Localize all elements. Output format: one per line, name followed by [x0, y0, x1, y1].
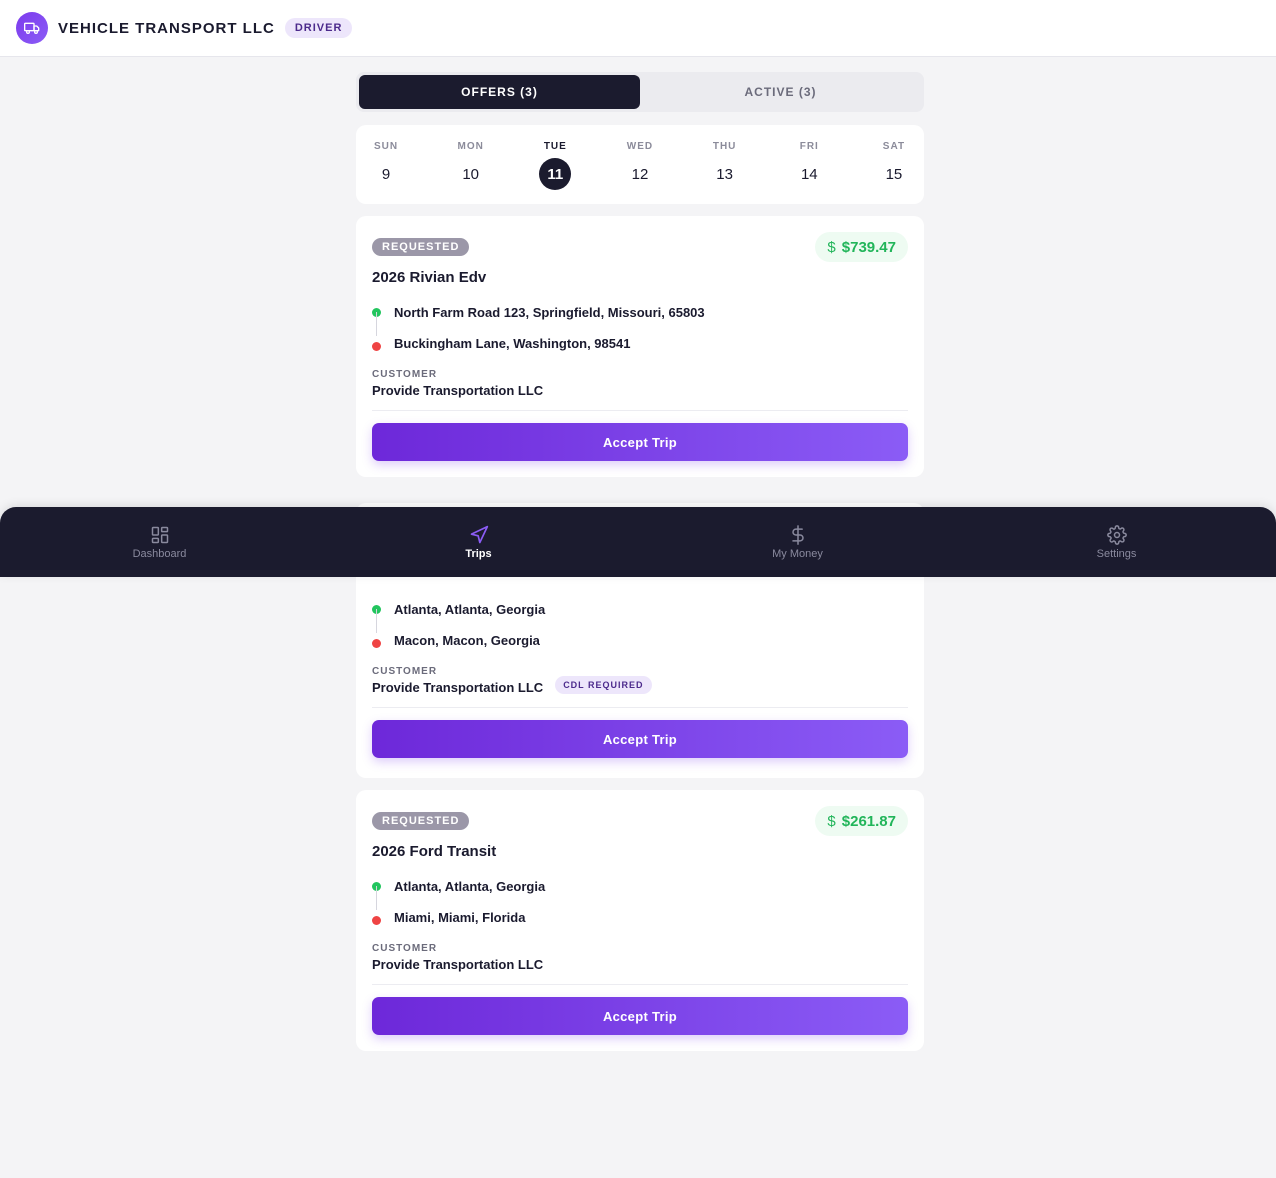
- grid-icon: [151, 526, 168, 543]
- accept-trip-button[interactable]: Accept Trip: [372, 997, 908, 1035]
- route: Atlanta, Atlanta, Georgia Miami, Miami, …: [372, 876, 908, 927]
- route-line: [376, 312, 377, 336]
- role-badge: DRIVER: [284, 18, 353, 38]
- customer-name: Provide Transportation LLC: [372, 957, 544, 972]
- trip-card: REQUESTED $ $739.47 2026 Rivian Edv Nort…: [356, 216, 924, 477]
- nav-label: Settings: [1096, 547, 1137, 560]
- day-name: MON: [457, 141, 484, 152]
- customer-label: CUSTOMER: [372, 369, 438, 380]
- day-name: TUE: [543, 141, 567, 152]
- status-badge: REQUESTED: [372, 238, 470, 256]
- destination-dot-icon: [372, 341, 381, 351]
- calendar-day-fri[interactable]: FRI 14: [793, 125, 825, 204]
- nav-dashboard[interactable]: Dashboard: [0, 507, 319, 577]
- accept-trip-button[interactable]: Accept Trip: [372, 423, 908, 461]
- customer-name: Provide Transportation LLC: [372, 680, 544, 695]
- customer-name: Provide Transportation LLC: [372, 383, 544, 398]
- trip-tabs: OFFERS (3) ACTIVE (3): [356, 72, 924, 112]
- route: North Farm Road 123, Springfield, Missou…: [372, 302, 908, 353]
- day-number: 11: [539, 158, 572, 190]
- nav-settings[interactable]: Settings: [957, 507, 1276, 577]
- destination-address: Buckingham Lane, Washington, 98541: [394, 335, 631, 351]
- status-badge: REQUESTED: [372, 812, 470, 830]
- brand-title: VEHICLE TRANSPORT LLC: [58, 19, 275, 37]
- dollar-icon: [791, 524, 804, 545]
- destination-address: Miami, Miami, Florida: [394, 909, 526, 925]
- customer-label: CUSTOMER: [372, 666, 438, 677]
- day-number: 14: [800, 165, 818, 183]
- price-pill: $ $261.87: [815, 806, 908, 836]
- calendar-day-tue[interactable]: TUE 11: [539, 125, 572, 204]
- calendar-day-mon[interactable]: MON 10: [455, 125, 487, 204]
- cdl-required-badge: CDL REQUIRED: [555, 676, 652, 694]
- day-name: FRI: [799, 141, 819, 152]
- origin-stop: Atlanta, Atlanta, Georgia: [372, 876, 908, 896]
- calendar-day-sat[interactable]: SAT 15: [878, 125, 910, 204]
- route-line: [376, 886, 377, 910]
- day-name: THU: [712, 141, 737, 152]
- divider: [372, 410, 908, 411]
- day-name: SAT: [882, 141, 906, 152]
- trip-price: $739.47: [841, 238, 896, 256]
- destination-stop: Buckingham Lane, Washington, 98541: [372, 333, 908, 353]
- bottom-nav: Dashboard Trips My Money Settings: [0, 507, 1276, 577]
- nav-my-money[interactable]: My Money: [638, 507, 957, 577]
- nav-label: Trips: [465, 547, 492, 560]
- destination-dot-icon: [372, 915, 381, 925]
- calendar-day-thu[interactable]: THU 13: [709, 125, 741, 204]
- day-name: SUN: [373, 141, 399, 152]
- vehicle-name: 2026 Rivian Edv: [372, 269, 487, 286]
- day-number: 15: [885, 165, 903, 183]
- destination-stop: Miami, Miami, Florida: [372, 907, 908, 927]
- nav-trips[interactable]: Trips: [319, 507, 638, 577]
- calendar-day-sun[interactable]: SUN 9: [370, 125, 402, 204]
- trip-card: REQUESTED $ $261.87 2026 Ford Transit At…: [356, 790, 924, 1051]
- app-header: VEHICLE TRANSPORT LLC DRIVER: [0, 0, 1276, 57]
- tab-offers[interactable]: OFFERS (3): [359, 75, 640, 109]
- gear-icon: [1106, 524, 1127, 545]
- customer-info: CUSTOMER Provide Transportation LLC: [372, 369, 908, 398]
- origin-stop: North Farm Road 123, Springfield, Missou…: [372, 302, 908, 322]
- destination-address: Macon, Macon, Georgia: [394, 632, 540, 648]
- origin-address: Atlanta, Atlanta, Georgia: [394, 601, 546, 617]
- route-line: [376, 609, 377, 633]
- week-calendar: SUN 9 MON 10 TUE 11 WED 12 THU 13 FRI 14…: [356, 125, 924, 204]
- destination-dot-icon: [372, 638, 381, 648]
- price-pill: $ $739.47: [815, 232, 908, 262]
- accept-trip-button[interactable]: Accept Trip: [372, 720, 908, 758]
- day-number: 10: [462, 165, 479, 183]
- navigation-icon: [470, 525, 488, 543]
- nav-label: My Money: [772, 547, 823, 560]
- origin-stop: Atlanta, Atlanta, Georgia: [372, 599, 908, 619]
- calendar-day-wed[interactable]: WED 12: [624, 125, 656, 204]
- divider: [372, 984, 908, 985]
- vehicle-name: 2026 Ford Transit: [372, 843, 497, 860]
- dollar-icon: $: [827, 238, 836, 256]
- customer-info: CUSTOMER Provide Transportation LLC: [372, 943, 908, 972]
- day-number: 13: [716, 165, 733, 183]
- day-number: 12: [631, 165, 649, 183]
- route: Atlanta, Atlanta, Georgia Macon, Macon, …: [372, 599, 908, 650]
- day-number: 9: [381, 165, 391, 183]
- truck-icon: [16, 12, 48, 44]
- customer-info: CUSTOMER Provide Transportation LLC CDL …: [372, 666, 908, 695]
- origin-address: Atlanta, Atlanta, Georgia: [394, 878, 546, 894]
- tab-active[interactable]: ACTIVE (3): [640, 75, 921, 109]
- destination-stop: Macon, Macon, Georgia: [372, 630, 908, 650]
- nav-label: Dashboard: [132, 547, 187, 560]
- trip-price: $261.87: [841, 812, 896, 830]
- customer-label: CUSTOMER: [372, 943, 438, 954]
- divider: [372, 707, 908, 708]
- dollar-icon: $: [827, 812, 836, 830]
- day-name: WED: [626, 141, 654, 152]
- origin-address: North Farm Road 123, Springfield, Missou…: [394, 304, 705, 320]
